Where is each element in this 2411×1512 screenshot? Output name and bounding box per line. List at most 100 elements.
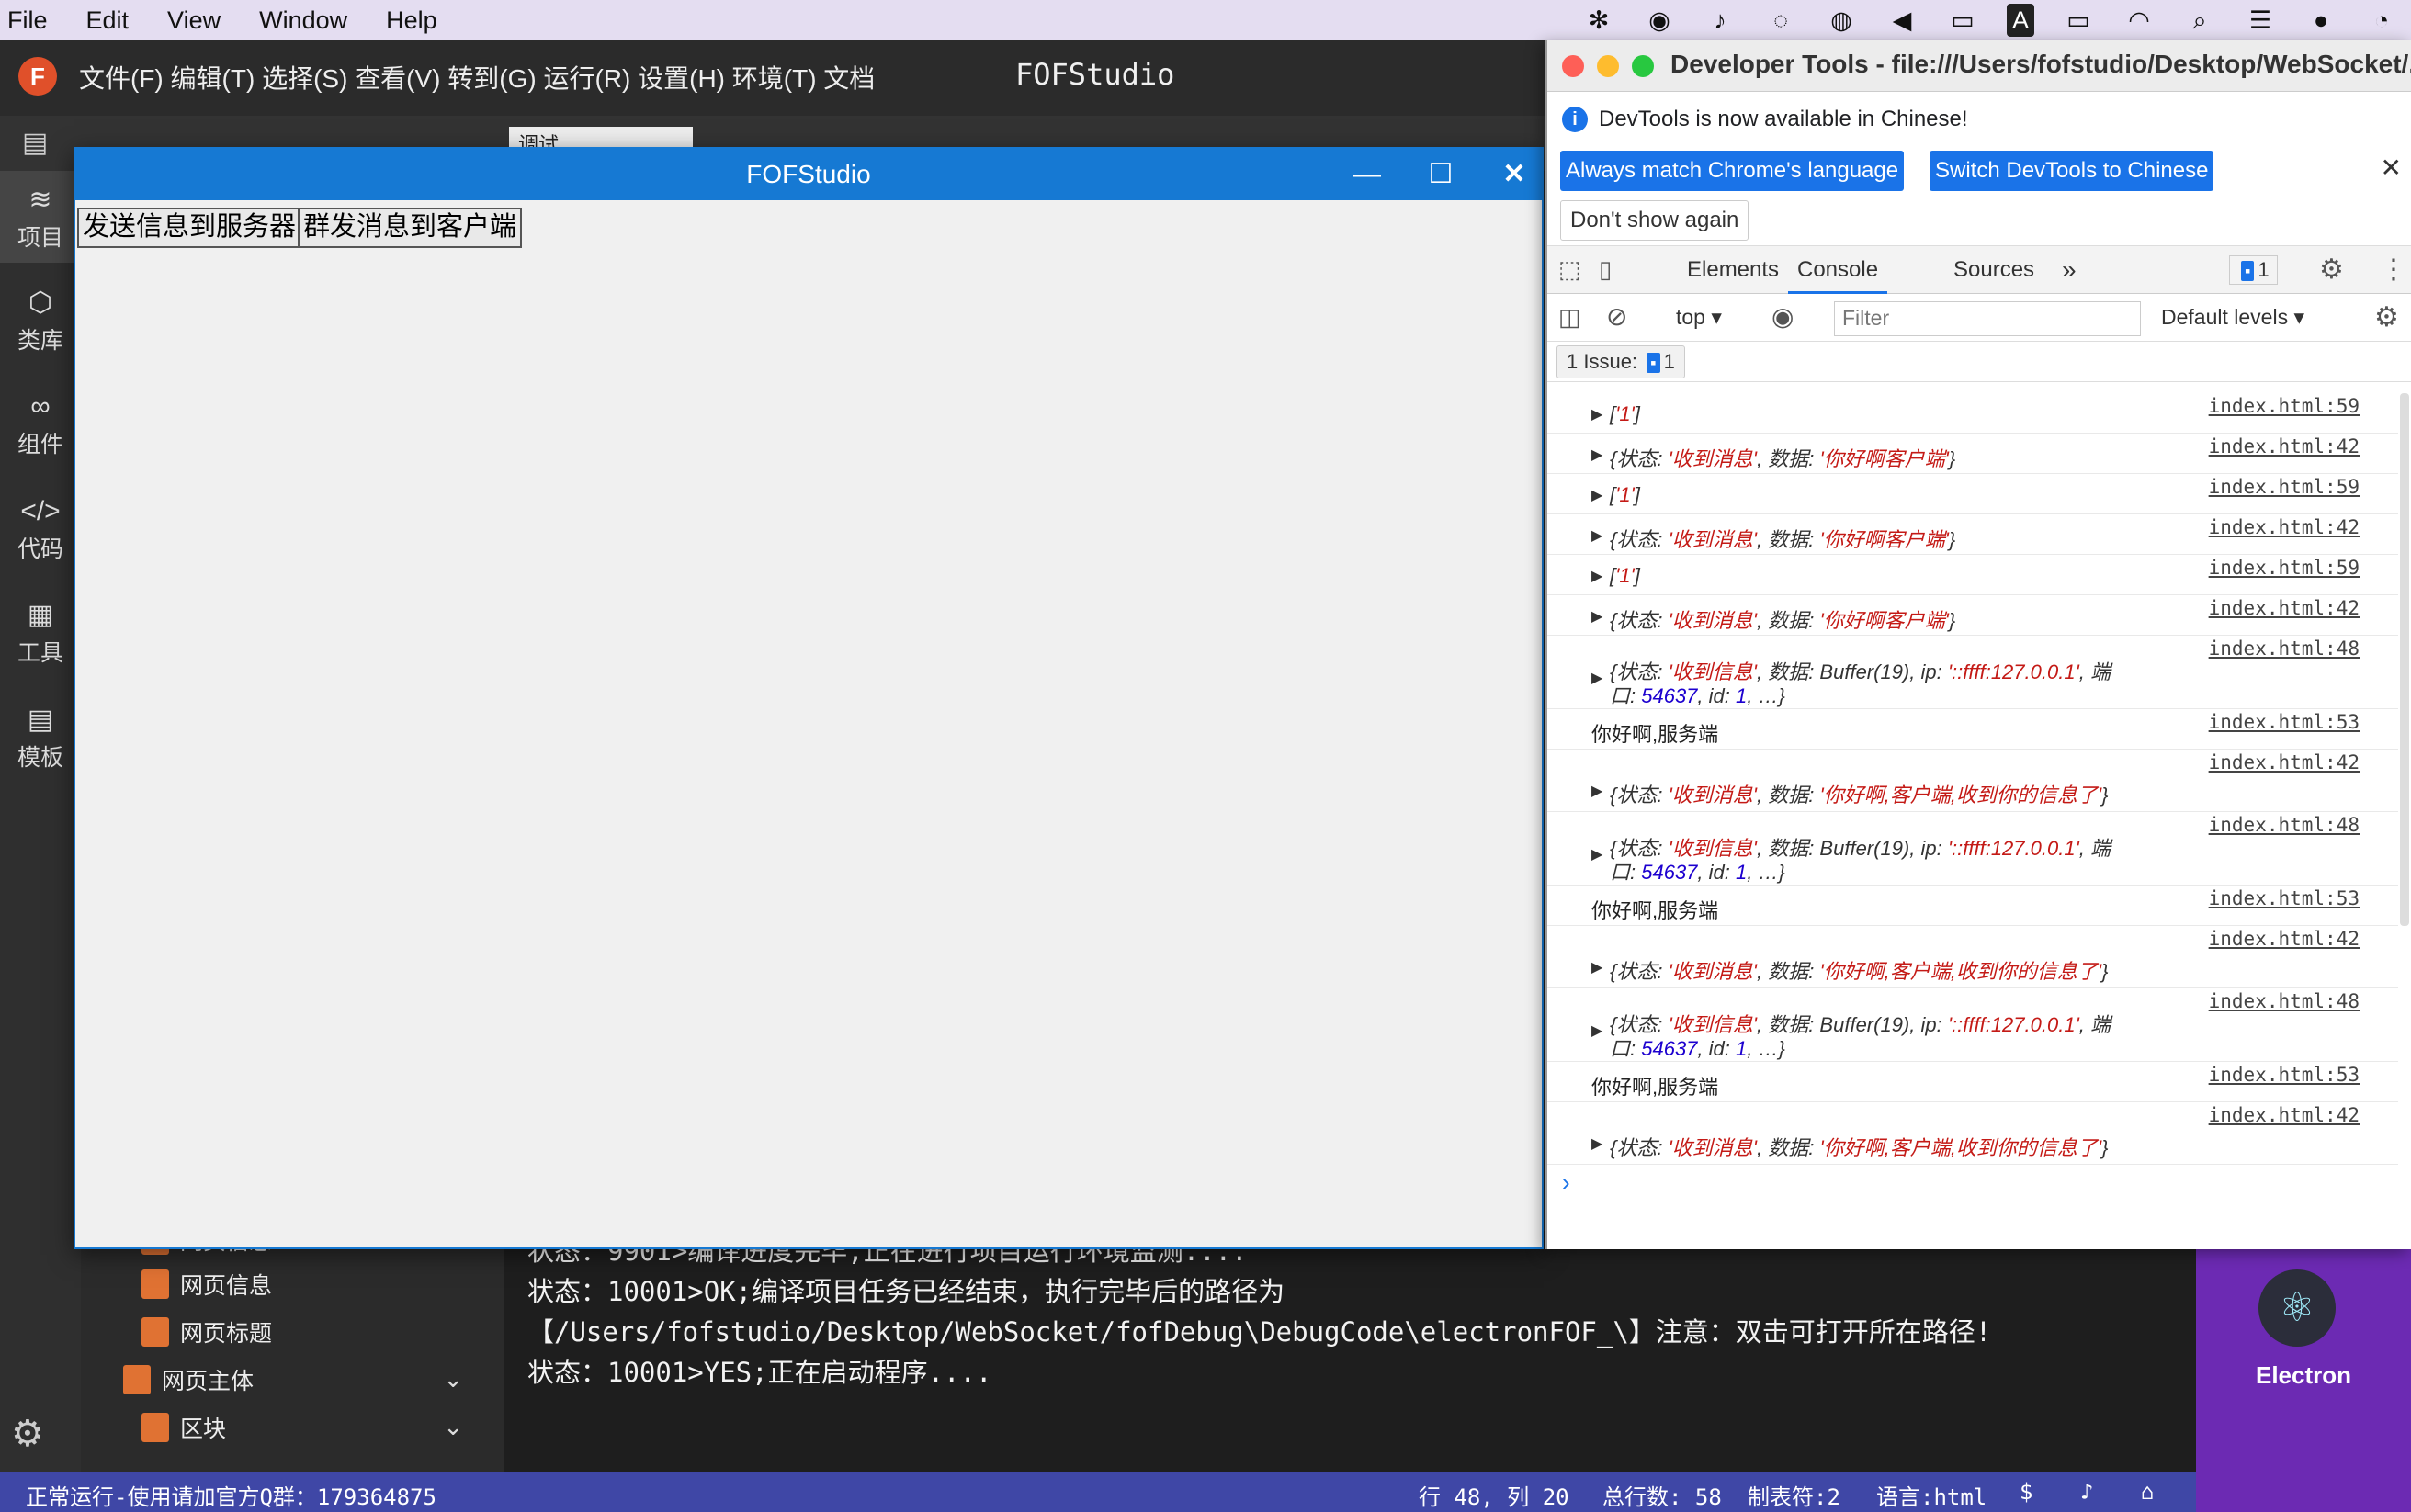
log-levels-select[interactable]: Default levels ▾ [2161, 305, 2304, 330]
close-icon[interactable]: ✕ [2381, 152, 2402, 183]
lock-icon[interactable]: ⌂ [2141, 1479, 2154, 1505]
scrollbar[interactable] [2400, 393, 2409, 926]
issues-counter[interactable]: ▪ 1 [2229, 255, 2278, 285]
battery-icon[interactable]: ▭ [2062, 4, 2095, 37]
expand-arrow-icon[interactable]: ▶ [1591, 1021, 1602, 1040]
dont-show-again-button[interactable]: Don't show again [1560, 200, 1749, 241]
console-message[interactable]: index.html:59 ▶ ['1'] [1547, 393, 2398, 434]
source-link[interactable]: index.html:42 [2209, 751, 2360, 773]
source-link[interactable]: index.html:53 [2209, 711, 2360, 733]
source-link[interactable]: index.html:59 [2209, 476, 2360, 498]
eye-icon[interactable]: ◉ [1771, 301, 1794, 332]
search-icon[interactable]: ⌕ [2183, 4, 2216, 37]
language-mode[interactable]: 语言:html [1876, 1479, 1987, 1511]
tab-elements[interactable]: Elements [1687, 246, 1779, 294]
source-link[interactable]: index.html:48 [2209, 814, 2360, 836]
sidebar-icon[interactable]: ◫ [1558, 303, 1581, 332]
source-link[interactable]: index.html:42 [2209, 928, 2360, 950]
minimize-light-icon[interactable] [1597, 55, 1619, 77]
ide-menus[interactable]: 文件(F) 编辑(T) 选择(S) 查看(V) 转到(G) 运行(R) 设置(H… [79, 59, 875, 96]
tree-item[interactable]: 网页标题 [141, 1315, 272, 1348]
console-message[interactable]: index.html:48 ▶ {状态: '收到信息', 数据: Buffer(19… [1547, 812, 2398, 886]
expand-arrow-icon[interactable]: ▶ [1591, 486, 1602, 504]
console-message[interactable]: index.html:48 ▶ {状态: '收到信息', 数据: Buffer(19… [1547, 636, 2398, 709]
source-link[interactable]: index.html:53 [2209, 1064, 2360, 1086]
tab-size[interactable]: 制表符:2 [1748, 1479, 1840, 1511]
gear-icon[interactable]: ⚙ [2319, 254, 2344, 286]
expand-arrow-icon[interactable]: ▶ [1591, 607, 1602, 626]
filter-input[interactable]: Filter [1834, 301, 2141, 336]
display-icon[interactable]: ▭ [1946, 4, 1979, 37]
device-toolbar-icon[interactable]: ▯ [1599, 255, 1612, 284]
tab-sources[interactable]: Sources [1953, 246, 2034, 294]
clear-console-icon[interactable]: ⊘ [1606, 301, 1627, 332]
source-link[interactable]: index.html:42 [2209, 516, 2360, 538]
bell-icon[interactable]: ♪ [2080, 1479, 2093, 1505]
rail-item-project[interactable]: ≋ 项目 [0, 171, 81, 263]
console-line[interactable]: 【/Users/fofstudio/Desktop/WebSocket/fofD… [504, 1312, 2231, 1352]
console-message[interactable]: index.html:42 ▶ {状态: '收到消息', 数据: '你好啊,客户端,… [1547, 926, 2398, 988]
more-tabs-icon[interactable]: » [2062, 246, 2077, 294]
menu-window[interactable]: Window [259, 6, 347, 35]
source-link[interactable]: index.html:48 [2209, 990, 2360, 1012]
volume-icon[interactable]: ◀ [1885, 4, 1919, 37]
source-link[interactable]: index.html:42 [2209, 597, 2360, 619]
broadcast-to-clients-button[interactable]: 群发消息到客户端 [298, 208, 523, 248]
rail-item-code[interactable]: </> 代码 [0, 483, 81, 575]
expand-arrow-icon[interactable]: ▶ [1591, 526, 1602, 545]
console-message[interactable]: index.html:42 ▶ {状态: '收到消息', 数据: '你好啊,客户端,… [1547, 1102, 2398, 1165]
wifi-icon[interactable]: ◠ [2122, 4, 2156, 37]
dollar-icon[interactable]: $ [2020, 1479, 2032, 1505]
bell-icon[interactable]: ♪ [1704, 4, 1737, 37]
context-select[interactable]: top ▾ [1676, 305, 1722, 330]
chevron-down-icon[interactable]: ⌄ [443, 1413, 463, 1441]
close-icon[interactable]: ✕ [1487, 149, 1542, 200]
chevron-down-icon[interactable]: ⌄ [443, 1365, 463, 1394]
console-message[interactable]: index.html:42 ▶ {状态: '收到消息', 数据: '你好啊客户端'} [1547, 514, 2398, 555]
menu-view[interactable]: View [167, 6, 221, 35]
expand-arrow-icon[interactable]: ▶ [1591, 1134, 1602, 1153]
expand-arrow-icon[interactable]: ▶ [1591, 845, 1602, 863]
console-message[interactable]: index.html:59 ▶ ['1'] [1547, 555, 2398, 595]
minimize-icon[interactable]: — [1340, 149, 1395, 200]
spinner-icon[interactable]: ◌ [1764, 4, 1797, 37]
gear-icon[interactable]: ⚙ [11, 1413, 44, 1455]
console-prompt[interactable]: › [1562, 1168, 1570, 1197]
tree-item[interactable]: 网页信息 [141, 1268, 272, 1301]
expand-arrow-icon[interactable]: ▶ [1591, 405, 1602, 423]
match-language-button[interactable]: Always match Chrome's language [1560, 151, 1905, 191]
source-link[interactable]: index.html:42 [2209, 435, 2360, 457]
clock-icon[interactable]: ◔ [2365, 4, 2398, 37]
expand-arrow-icon[interactable]: ▶ [1591, 958, 1602, 976]
wechat-icon[interactable]: ◉ [1643, 4, 1676, 37]
inspect-icon[interactable]: ⬚ [1558, 255, 1581, 284]
tree-item[interactable]: 区块 [141, 1411, 226, 1444]
console-message[interactable]: index.html:48 ▶ {状态: '收到信息', 数据: Buffer(19… [1547, 988, 2398, 1062]
maximize-icon[interactable]: ☐ [1413, 149, 1468, 200]
source-link[interactable]: index.html:48 [2209, 638, 2360, 660]
console-message[interactable]: index.html:42 ▶ {状态: '收到消息', 数据: '你好啊客户端'} [1547, 434, 2398, 474]
input-method-icon[interactable]: A [2007, 4, 2034, 37]
source-link[interactable]: index.html:59 [2209, 395, 2360, 417]
expand-arrow-icon[interactable]: ▶ [1591, 446, 1602, 464]
close-light-icon[interactable] [1562, 55, 1584, 77]
console-message[interactable]: index.html:42 ▶ {状态: '收到消息', 数据: '你好啊,客户端,… [1547, 750, 2398, 812]
gear-icon[interactable]: ⚙ [2374, 301, 2399, 333]
electron-dock-item[interactable]: ⚛ Electron [2196, 1246, 2411, 1512]
send-to-server-button[interactable]: 发送信息到服务器 [77, 208, 302, 248]
kebab-menu-icon[interactable]: ⋮ [2380, 254, 2407, 286]
source-link[interactable]: index.html:53 [2209, 887, 2360, 909]
zoom-light-icon[interactable] [1632, 55, 1654, 77]
control-center-icon[interactable]: ☰ [2244, 4, 2277, 37]
issues-button[interactable]: 1 Issue: ▪ 1 [1556, 345, 1685, 378]
expand-arrow-icon[interactable]: ▶ [1591, 782, 1602, 800]
expand-arrow-icon[interactable]: ▶ [1591, 567, 1602, 585]
tree-item[interactable]: 网页主体 [123, 1363, 254, 1396]
console-message[interactable]: index.html:59 ▶ ['1'] [1547, 474, 2398, 514]
app-icon[interactable]: ✻ [1582, 4, 1615, 37]
siri-icon[interactable]: ● [2304, 4, 2337, 37]
tab-console[interactable]: Console [1788, 246, 1888, 294]
source-link[interactable]: index.html:59 [2209, 557, 2360, 579]
menu-edit[interactable]: Edit [86, 6, 130, 35]
rail-item-components[interactable]: ∞ 组件 [0, 378, 81, 470]
